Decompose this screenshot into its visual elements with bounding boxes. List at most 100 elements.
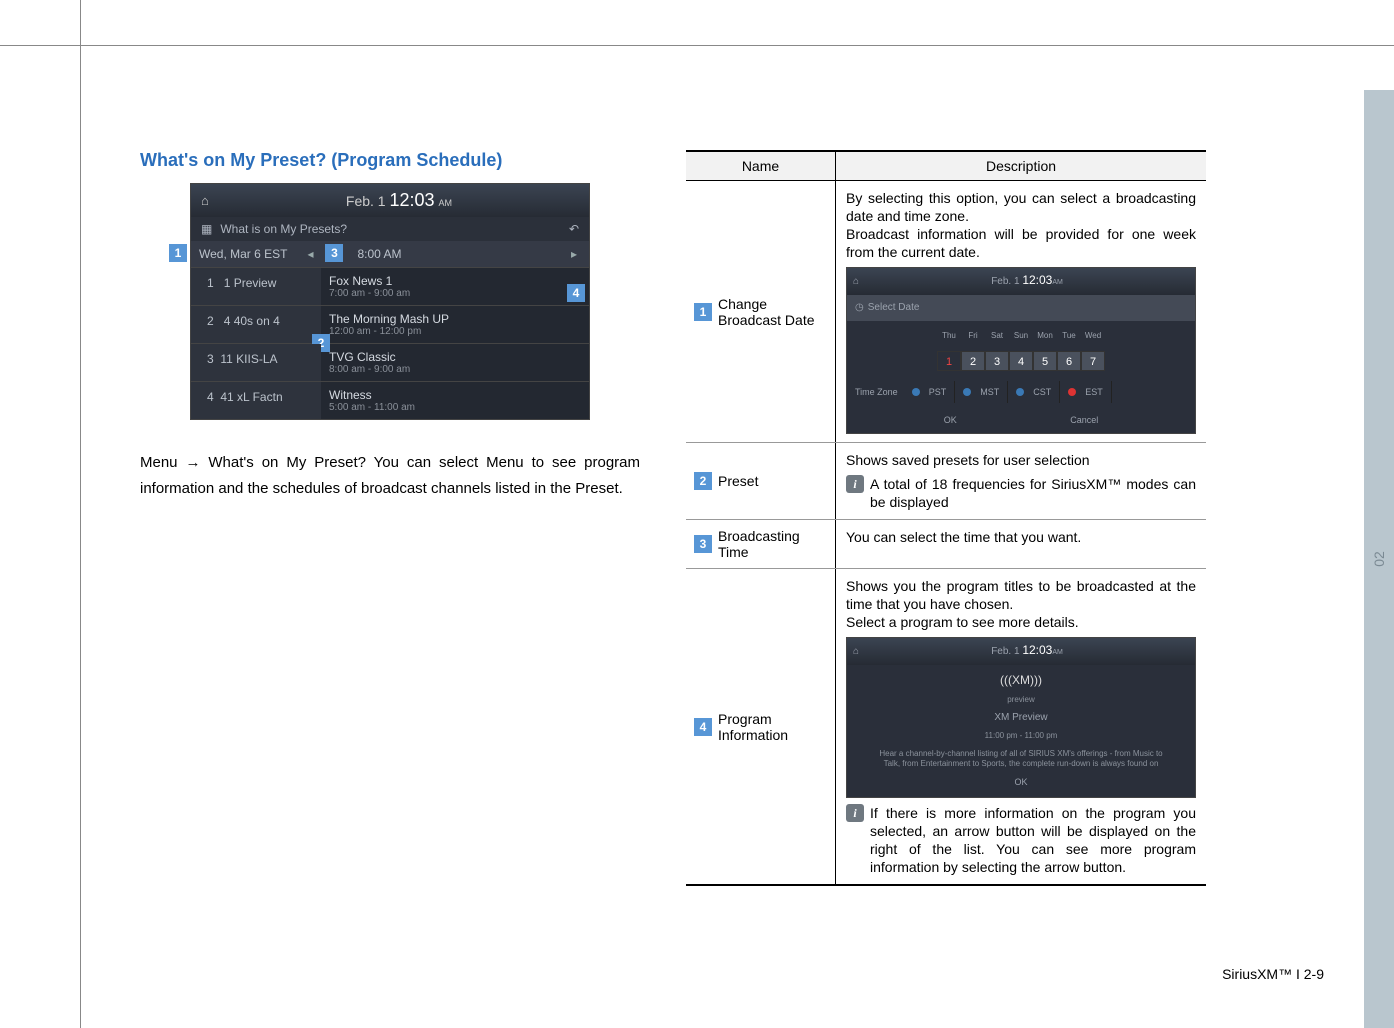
row-desc: You can select the time that you want. (846, 529, 1081, 545)
program-title: The Morning Mash UP (329, 312, 581, 326)
page-content: What's on My Preset? (Program Schedule) … (140, 150, 1334, 993)
section-heading: What's on My Preset? (Program Schedule) (140, 150, 640, 171)
channel-cell: 2 4 40s on 4 2 (191, 306, 321, 343)
section-tab: 02 (1364, 90, 1394, 1028)
xm-logo-sub: preview (863, 691, 1179, 709)
ss-subtitle: What is on My Presets? (220, 222, 347, 236)
day-label: Thu (937, 327, 961, 345)
day-num: 5 (1033, 351, 1057, 371)
tz-opt: CST (1008, 381, 1060, 403)
radio-icon (1068, 388, 1076, 396)
program-detail-screenshot: ⌂ Feb. 1 12:03AM (((XM))) preview XM Pre… (846, 637, 1196, 798)
table-row: 4 Program Information Shows you the prog… (686, 569, 1206, 884)
row-idx: 1 (207, 276, 214, 290)
day-num: 6 (1057, 351, 1081, 371)
table-row: 2 Preset Shows saved presets for user se… (686, 443, 1206, 520)
program-slot: 12:00 am - 12:00 pm (329, 326, 581, 337)
program-cell: 4 Fox News 1 7:00 am - 9:00 am (321, 268, 589, 305)
callout-4: 4 (567, 284, 585, 302)
iss-timezone: Time Zone PST MST CST EST (847, 377, 1195, 407)
crop-mark-left (80, 0, 81, 1028)
section-tab-label: 02 (1371, 551, 1387, 567)
program-row: 1 1 Preview 4 Fox News 1 7:00 am - 9:00 … (191, 267, 589, 305)
program-slot: 7:00 am - 9:00 am (329, 288, 581, 299)
info-icon: i (846, 804, 864, 822)
row-desc: By selecting this option, you can select… (846, 190, 1196, 260)
num-badge: 3 (694, 535, 712, 553)
program-cell: TVG Classic 8:00 am - 9:00 am (321, 344, 589, 381)
ok-label: OK (944, 411, 957, 429)
date-select-screenshot: ⌂ Feb. 1 12:03AM ◷Select Date Thu Fri Sa… (846, 267, 1196, 434)
header-name: Name (686, 152, 836, 180)
program-title: Fox News 1 (329, 274, 581, 288)
calendar-icon: ▦ (201, 222, 212, 236)
channel-cell: 4 41 xL Factn (191, 382, 321, 419)
program-schedule-screenshot: ⌂ Feb. 1 12:03 AM ▦ What is on My Preset… (190, 183, 590, 420)
callout-1: 1 (169, 244, 187, 262)
program-cell: The Morning Mash UP 12:00 am - 12:00 pm (321, 306, 589, 343)
nav-left-icon: ◂ (295, 247, 325, 261)
cancel-label: Cancel (1070, 411, 1098, 429)
row-desc-cell: Shows saved presets for user selection i… (836, 443, 1206, 519)
iss-select-date: ◷Select Date (847, 295, 1195, 321)
ss-date-prefix: Feb. 1 (346, 193, 386, 209)
iss-date: Feb. 1 12:03AM (865, 271, 1189, 292)
row-name-cell: 3 Broadcasting Time (686, 520, 836, 568)
page-footer: SiriusXM™ I 2-9 (1222, 966, 1324, 982)
row-desc: Shows saved presets for user selection (846, 452, 1090, 468)
channel-name: 1 Preview (224, 276, 277, 290)
ss-date: Feb. 1 12:03 AM (219, 190, 579, 211)
program-slot: 8:00 am - 9:00 am (329, 364, 581, 375)
body-pre: Menu (140, 454, 185, 471)
row-name: Broadcasting Time (718, 528, 827, 560)
tz-opt: PST (904, 381, 956, 403)
program-title: Witness (329, 388, 581, 402)
table-row: 1 Change Broadcast Date By selecting thi… (686, 181, 1206, 443)
program-row: 2 4 40s on 4 2 The Morning Mash UP 12:00… (191, 305, 589, 343)
info-text: If there is more information on the prog… (870, 804, 1196, 876)
table-header: Name Description (686, 152, 1206, 181)
channel-cell: 1 1 Preview (191, 268, 321, 305)
ss-subtitle-row: ▦ What is on My Presets? ↶ (191, 217, 589, 241)
xm-logo: (((XM))) (863, 671, 1179, 689)
radio-icon (963, 388, 971, 396)
num-badge: 4 (694, 718, 712, 736)
row-name-cell: 2 Preset (686, 443, 836, 519)
channel-cell: 3 11 KIIS-LA (191, 344, 321, 381)
program-cell: Witness 5:00 am - 11:00 am (321, 382, 589, 419)
channel-name: 11 KIIS-LA (220, 352, 277, 366)
row-name: Change Broadcast Date (718, 296, 827, 328)
num-badge: 1 (694, 303, 712, 321)
ss-nav-time: 3 8:00 AM (325, 241, 559, 267)
iss-date: Feb. 1 12:03AM (865, 641, 1189, 662)
ss-nav-row: 1 Wed, Mar 6 EST ◂ 3 8:00 AM ▸ (191, 241, 589, 267)
row-desc-cell: You can select the time that you want. (836, 520, 1206, 568)
body-paragraph: Menu → What's on My Preset? You can sele… (140, 450, 640, 502)
row-desc: Shows you the program titles to be broad… (846, 578, 1196, 630)
radio-icon (912, 388, 920, 396)
tz-label: Time Zone (855, 383, 898, 401)
arrow-icon: → (185, 454, 200, 471)
row-name-cell: 4 Program Information (686, 569, 836, 884)
row-desc-cell: Shows you the program titles to be broad… (836, 569, 1206, 884)
ss-ampm: AM (438, 198, 452, 208)
info-note: i A total of 18 frequencies for SiriusXM… (846, 475, 1196, 511)
back-icon: ↶ (569, 222, 579, 236)
day-num: 7 (1081, 351, 1105, 371)
program-row: 3 11 KIIS-LA TVG Classic 8:00 am - 9:00 … (191, 343, 589, 381)
ss-nav-day: 1 Wed, Mar 6 EST (191, 241, 295, 267)
ss-header: ⌂ Feb. 1 12:03 AM (191, 184, 589, 217)
row-idx: 2 (207, 314, 214, 328)
info-text: A total of 18 frequencies for SiriusXM™ … (870, 475, 1196, 511)
day-label: Fri (961, 327, 985, 345)
iss-buttons: OK Cancel (847, 407, 1195, 433)
radio-icon (1016, 388, 1024, 396)
body-post: What's on My Preset? You can select Menu… (140, 454, 640, 497)
detail-title: XM Preview (863, 709, 1179, 727)
program-row: 4 41 xL Factn Witness 5:00 am - 11:00 am (191, 381, 589, 419)
iss-header: ⌂ Feb. 1 12:03AM (847, 638, 1195, 665)
program-detail-body: (((XM))) preview XM Preview 11:00 pm - 1… (847, 665, 1195, 797)
home-icon: ⌂ (853, 273, 859, 291)
callout-3: 3 (325, 244, 343, 262)
day-num: 1 (937, 351, 961, 371)
